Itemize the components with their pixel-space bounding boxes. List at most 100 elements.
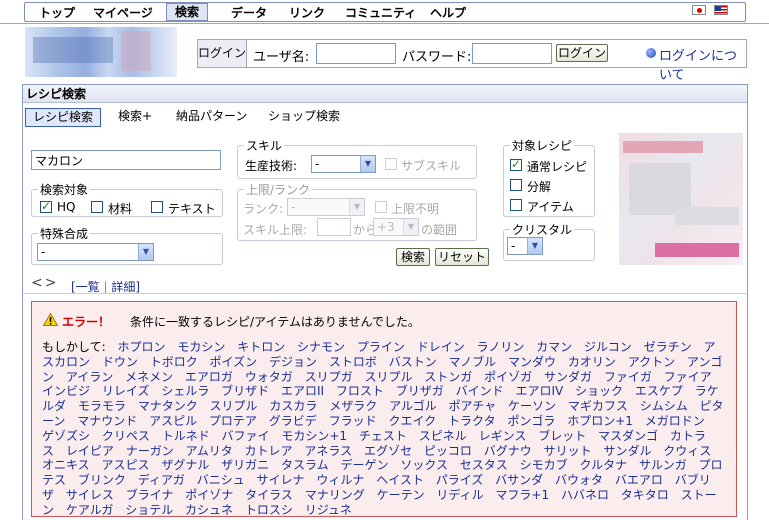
suggestion-link[interactable]: ゲゾズシ (42, 429, 90, 443)
suggestion-link[interactable]: メネメン (125, 370, 173, 384)
suggestion-link[interactable]: スリプガ (305, 370, 353, 384)
suggestion-link[interactable]: モカシン+1 (281, 429, 347, 443)
nav-item-data[interactable]: データ (223, 5, 275, 21)
suggestion-link[interactable]: ポアチャ (449, 399, 497, 413)
suggestion-link[interactable]: ストロボ (329, 355, 377, 369)
suggestion-link[interactable]: バインド (456, 384, 504, 398)
suggestion-link[interactable]: アスピル (149, 414, 197, 428)
suggestion-link[interactable]: トラクタ (448, 414, 496, 428)
suggestion-link[interactable]: シェルラ (161, 384, 209, 398)
suggestion-link[interactable]: ファイア (664, 370, 712, 384)
suggestion-link[interactable]: スリプル (210, 399, 258, 413)
suggestion-link[interactable]: バウォタ (555, 473, 603, 487)
suggestion-link[interactable]: カシュネ (185, 503, 233, 517)
rank-select[interactable]: - ▼ (287, 198, 365, 216)
suggestion-link[interactable]: ソックス (400, 458, 448, 472)
suggestion-link[interactable]: サンダガ (544, 370, 592, 384)
nav-item-help[interactable]: ヘルプ (422, 5, 474, 21)
suggestion-link[interactable]: リレイズ (102, 384, 150, 398)
prev-next-arrows-icon[interactable]: <> (31, 275, 58, 291)
suggestion-link[interactable]: クリペス (102, 429, 150, 443)
suggestion-link[interactable]: ディアガ (138, 473, 185, 487)
suggestion-link[interactable]: メガロドン (645, 414, 705, 428)
suggestion-link[interactable]: フロスト (336, 384, 384, 398)
suggestion-link[interactable]: レイピア (66, 444, 114, 458)
suggestion-link[interactable]: エスケプ (635, 384, 683, 398)
suggestion-link[interactable]: アネラス (304, 444, 352, 458)
material-checkbox[interactable] (91, 201, 103, 213)
suggestion-link[interactable]: ポイゾナ (185, 488, 233, 502)
suggestion-link[interactable]: スピネル (419, 429, 467, 443)
suggestion-link[interactable]: シナモン (297, 340, 345, 354)
suggestion-link[interactable]: リジュネ (305, 503, 352, 517)
suggestion-link[interactable]: モラモラ (78, 399, 126, 413)
suggestion-link[interactable]: ザグナル (161, 458, 209, 472)
suggestion-link[interactable]: ストンガ (424, 370, 472, 384)
nav-item-search[interactable]: 検索 (166, 3, 209, 21)
suggestion-link[interactable]: アムリタ (186, 444, 233, 458)
japan-flag-icon[interactable] (692, 5, 706, 15)
suggestion-link[interactable]: トルネド (162, 429, 210, 443)
site-logo[interactable] (25, 27, 177, 77)
tab-delivery-pattern[interactable]: 納品パターン (169, 108, 254, 127)
suggestion-link[interactable]: ホプロン+1 (567, 414, 633, 428)
suggestion-link[interactable]: インビジ (42, 384, 90, 398)
item-checkbox[interactable] (510, 199, 522, 211)
suggestion-link[interactable]: リディル (436, 488, 483, 502)
suggestion-link[interactable]: ポンゴラ (507, 414, 555, 428)
suggestion-link[interactable]: マスダンゴ (598, 429, 658, 443)
suggestion-link[interactable]: バエアロ (615, 473, 663, 487)
suggestion-link[interactable]: ドウン (102, 355, 138, 369)
hq-checkbox[interactable] (40, 199, 52, 213)
suggestion-link[interactable]: デジョン (269, 355, 317, 369)
suggestion-link[interactable]: サリット (544, 444, 592, 458)
suggestion-link[interactable]: トボロク (150, 355, 198, 369)
suggestion-link[interactable]: ケーテン (377, 488, 425, 502)
suggestion-link[interactable]: ブリザド (221, 384, 269, 398)
detail-view-link[interactable]: 詳細] (111, 280, 140, 294)
suggestion-link[interactable]: エアロIV (515, 384, 563, 398)
suggestion-link[interactable]: セスタス (460, 458, 508, 472)
suggestion-link[interactable]: マナタンク (138, 399, 198, 413)
special-synthesis-select[interactable]: - ▼ (37, 243, 154, 261)
suggestion-link[interactable]: クルタナ (579, 458, 627, 472)
list-view-link[interactable]: [一覧 (71, 280, 100, 294)
suggestion-link[interactable]: クウィス (663, 444, 711, 458)
suggestion-link[interactable]: エアロガ (185, 370, 233, 384)
reset-button[interactable]: リセット (435, 248, 489, 266)
suggestion-link[interactable]: ブレット (538, 429, 586, 443)
suggestion-link[interactable]: トロスシ (245, 503, 293, 517)
production-skill-select[interactable]: - ▼ (311, 155, 376, 173)
suggestion-link[interactable]: バファイ (222, 429, 270, 443)
suggestion-link[interactable]: マナウンド (77, 414, 137, 428)
suggestion-link[interactable]: クエイク (388, 414, 436, 428)
login-about-link[interactable]: ログインについて (659, 45, 746, 83)
suggestion-link[interactable]: プライン (357, 340, 405, 354)
tab-search-plus[interactable]: 検索+ (111, 108, 159, 127)
search-button[interactable]: 検索 (396, 248, 430, 266)
suggestion-link[interactable]: ブリザガ (396, 384, 444, 398)
suggestion-link[interactable]: ケアルガ (66, 503, 114, 517)
suggestion-link[interactable]: サイレナ (257, 473, 305, 487)
text-checkbox[interactable] (151, 201, 163, 213)
limit-unknown-checkbox[interactable] (375, 201, 387, 213)
suggestion-link[interactable]: サイレス (66, 488, 114, 502)
suggestion-link[interactable]: バニシュ (197, 473, 245, 487)
suggestion-link[interactable]: シムシム (640, 399, 688, 413)
login-button[interactable]: ログイン (556, 44, 608, 62)
suggestion-link[interactable]: メザラク (329, 399, 377, 413)
us-flag-icon[interactable] (714, 5, 728, 15)
suggestion-link[interactable]: ドレイン (417, 340, 465, 354)
subskill-checkbox[interactable] (385, 158, 397, 170)
suggestion-link[interactable]: アルゴル (389, 399, 437, 413)
suggestion-link[interactable]: バサンダ (495, 473, 543, 487)
suggestion-link[interactable]: アスピス (101, 458, 149, 472)
suggestion-link[interactable]: ナーガン (126, 444, 174, 458)
suggestion-link[interactable]: モカシン (177, 340, 225, 354)
suggestion-link[interactable]: プロテア (209, 414, 257, 428)
disassemble-checkbox[interactable] (510, 179, 522, 191)
suggestion-link[interactable]: ハバネロ (561, 488, 609, 502)
nav-item-mypage[interactable]: マイページ (85, 5, 161, 21)
suggestion-link[interactable]: ケーソン (508, 399, 556, 413)
suggestion-link[interactable]: マナリング (305, 488, 365, 502)
